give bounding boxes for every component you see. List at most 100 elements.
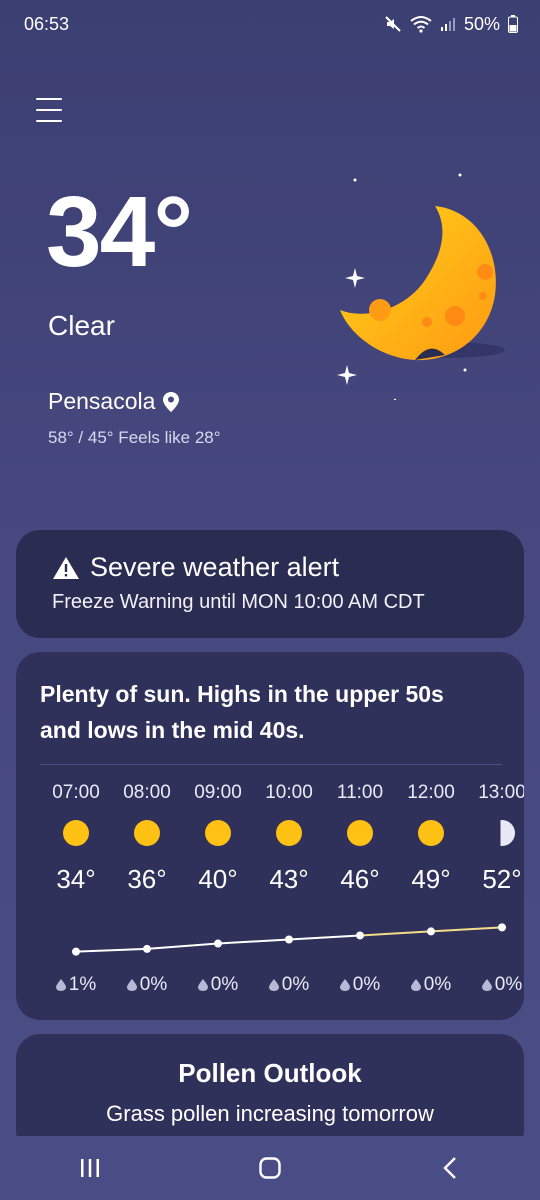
temperature-line-segment [430,926,503,933]
location-pin-icon [163,391,180,412]
raindrop-icon [268,979,279,991]
hour-time: 07:00 [52,782,100,803]
sun-icon [418,820,444,846]
hour-temperature: 52° [482,864,522,894]
temperature-line-segment [75,947,148,953]
hour-column: 10:00 43° [254,782,324,895]
battery-icon [508,15,518,33]
status-bar: 06:53 50% [0,0,540,48]
hour-column: 08:00 36° [112,782,182,895]
hour-time: 08:00 [123,782,171,803]
hour-temperature: 40° [198,864,238,894]
hour-precipitation: 1% [41,974,111,996]
hour-time: 12:00 [407,782,455,803]
location-name: Pensacola [48,388,156,414]
menu-icon-line [36,120,62,122]
hour-column: 13:00 52° [467,782,524,895]
home-icon [259,1157,281,1179]
raindrop-icon [481,979,492,991]
signal-icon [440,18,455,31]
precip-value: 0% [423,974,452,995]
partly-cloudy-icon [489,820,515,846]
hour-precipitation: 0% [467,974,524,996]
hourly-forecast-strip[interactable]: 07:00 34° 1% 08:00 36° 0% 09:00 40° 0% 10:00 43° 0%… [16,782,524,1012]
raindrop-icon [55,979,66,991]
divider [40,764,502,765]
sun-icon [134,820,160,846]
temperature-line-segment [217,938,290,945]
raindrop-icon [410,979,421,991]
hour-time: 09:00 [194,782,242,803]
battery-level: 50% [463,13,500,34]
crescent-moon-icon [337,173,505,400]
back-button[interactable] [420,1148,480,1188]
sun-icon [276,820,302,846]
temperature-point [143,944,151,953]
hour-column: 11:00 46° [325,782,395,895]
temperature-point [356,931,364,940]
hour-time: 10:00 [265,782,313,803]
precip-value: 1% [68,974,97,995]
hour-column: 07:00 34° [41,782,111,895]
severe-weather-alert-card[interactable]: Severe weather alert Freeze Warning unti… [16,530,524,638]
wifi-icon [410,16,432,33]
alert-title: Severe weather alert [90,552,340,582]
current-condition: Clear [48,310,115,341]
precip-value: 0% [281,974,310,995]
temperature-point [72,947,80,956]
status-icons: 50% [384,14,518,35]
menu-icon-line [36,109,62,111]
hour-time: 11:00 [336,782,384,803]
hour-precipitation: 0% [183,974,253,996]
hour-temperature: 49° [411,864,451,894]
location[interactable]: Pensacola [48,388,180,415]
recent-apps-button[interactable] [60,1148,120,1188]
hour-temperature: 46° [340,864,380,894]
raindrop-icon [339,979,350,991]
hour-precipitation: 0% [112,974,182,996]
mute-icon [385,16,401,32]
forecast-summary: Plenty of sun. Highs in the upper 50s an… [40,681,444,743]
hi-lo-feels-like: 58° / 45° Feels like 28° [48,428,221,447]
navigation-bar [0,1136,540,1200]
hour-precipitation: 0% [254,974,324,996]
alert-detail: Freeze Warning until MON 10:00 AM CDT [52,591,425,613]
home-button[interactable] [240,1148,300,1188]
hour-precipitation: 0% [325,974,395,996]
hour-time: 13:00 [478,782,524,803]
menu-button[interactable] [36,98,62,124]
temperature-point [427,927,435,936]
pollen-detail: Grass pollen increasing tomorrow [106,1101,434,1126]
sun-icon [347,820,373,846]
hour-temperature: 34° [56,864,96,894]
sun-icon [63,820,89,846]
hour-column: 12:00 49° [396,782,466,895]
temperature-line-segment [359,930,432,937]
status-time: 06:53 [24,13,70,34]
temperature-point [214,939,222,948]
precip-value: 0% [139,974,168,995]
raindrop-icon [197,979,208,991]
sun-icon [205,820,231,846]
back-icon [443,1157,456,1179]
hourly-forecast-card[interactable]: Plenty of sun. Highs in the upper 50s an… [16,652,524,1020]
alert-header: Severe weather alert [52,552,488,583]
hour-column: 09:00 40° [183,782,253,895]
precip-value: 0% [210,974,239,995]
temperature-graph [72,923,506,956]
precip-value: 0% [352,974,381,995]
pollen-title: Pollen Outlook [178,1058,362,1088]
precip-value: 0% [494,974,523,995]
warning-icon [53,556,79,579]
temperature-point [285,935,293,944]
hour-temperature: 43° [269,864,309,894]
current-temperature: 34° [46,176,193,288]
recent-apps-icon [81,1159,99,1177]
hour-temperature: 36° [127,864,167,894]
temperature-line-segment [146,942,219,950]
temperature-line-segment [288,934,361,941]
menu-icon-line [36,98,62,100]
raindrop-icon [126,979,137,991]
temperature-point [498,923,506,932]
hour-precipitation: 0% [396,974,466,996]
